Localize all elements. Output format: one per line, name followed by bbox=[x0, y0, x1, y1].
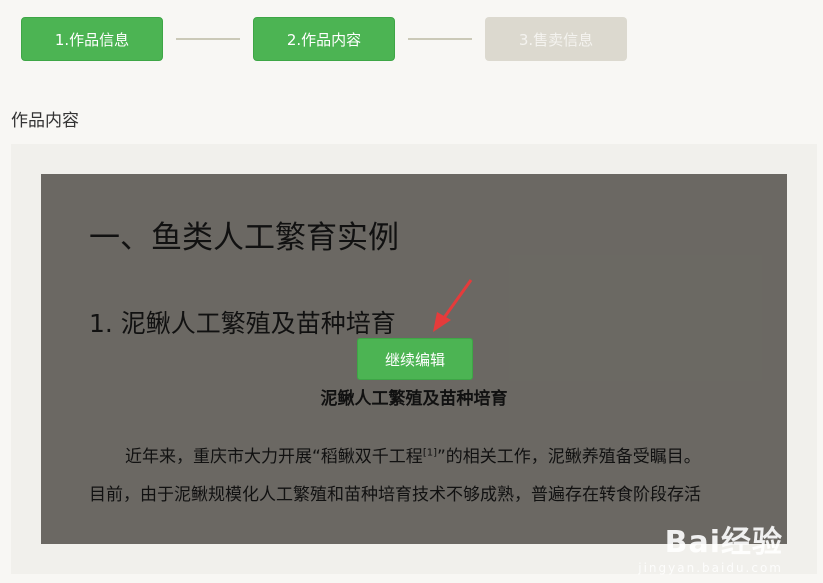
heading-2: 1. 泥鳅人工繁殖及苗种培育 bbox=[89, 309, 396, 338]
step-1-button[interactable]: 1.作品信息 bbox=[21, 17, 163, 61]
paragraph-1-text: 近年来，重庆市大力开展“稻鳅双千工程 bbox=[125, 447, 423, 467]
continue-edit-button[interactable]: 继续编辑 bbox=[357, 338, 473, 380]
heading-1: 一、鱼类人工繁育实例 bbox=[89, 220, 399, 256]
content-editor[interactable]: 一、鱼类人工繁育实例 1. 泥鳅人工繁殖及苗种培育 泥鳅人工繁殖及苗种培育 近年… bbox=[41, 174, 787, 544]
paragraph-2: 目前，由于泥鳅规模化人工繁殖和苗种培育技术不够成熟，普遍存在转食阶段存活 bbox=[89, 485, 701, 505]
footnote-ref[interactable]: [1] bbox=[423, 447, 437, 458]
step-2-label: 2.作品内容 bbox=[286, 30, 362, 49]
step-2-button[interactable]: 2.作品内容 bbox=[253, 17, 395, 61]
step-progress: 1.作品信息 2.作品内容 3.售卖信息 bbox=[21, 17, 627, 61]
content-panel: 一、鱼类人工繁育实例 1. 泥鳅人工繁殖及苗种培育 泥鳅人工繁殖及苗种培育 近年… bbox=[11, 144, 817, 574]
watermark-logo: Bai经验 bbox=[664, 525, 783, 560]
step-connector bbox=[176, 38, 240, 40]
step-1-label: 1.作品信息 bbox=[54, 30, 130, 49]
article-title: 泥鳅人工繁殖及苗种培育 bbox=[320, 389, 508, 409]
section-title: 作品内容 bbox=[11, 111, 79, 131]
watermark-url: jingyan.baidu.com bbox=[638, 561, 783, 575]
baidu-jingyan-watermark: Bai经验 jingyan.baidu.com bbox=[638, 517, 783, 575]
pointer-arrow-icon bbox=[433, 279, 473, 332]
step-3-button[interactable]: 3.售卖信息 bbox=[485, 17, 627, 61]
paragraph-1-text-end: ”的相关工作，泥鳅养殖备受瞩目。 bbox=[436, 447, 701, 467]
step-connector bbox=[408, 38, 472, 40]
paragraph-1: 近年来，重庆市大力开展“稻鳅双千工程[1]”的相关工作，泥鳅养殖备受瞩目。 bbox=[89, 442, 769, 467]
step-3-label: 3.售卖信息 bbox=[518, 30, 594, 49]
